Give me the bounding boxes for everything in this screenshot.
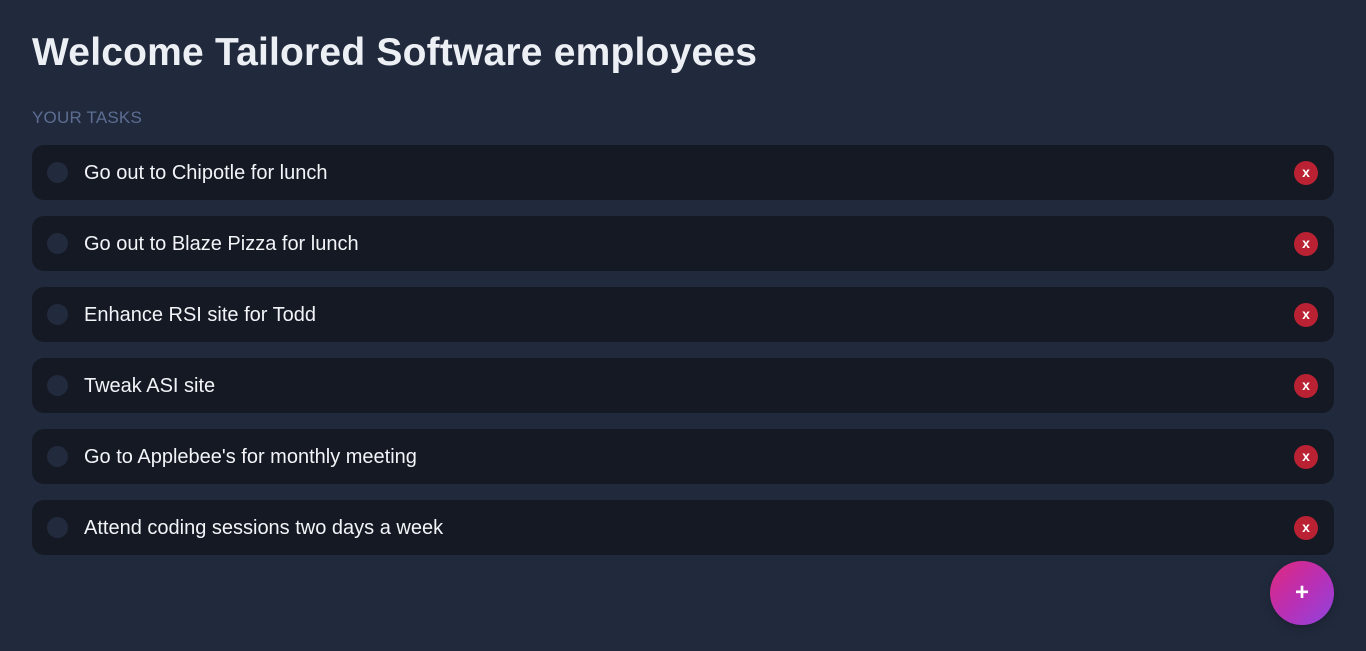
- task-text: Attend coding sessions two days a week: [84, 516, 444, 539]
- task-checkbox-icon[interactable]: [47, 304, 68, 325]
- task-checkbox-icon[interactable]: [47, 446, 68, 467]
- task-item: Attend coding sessions two days a week x: [32, 500, 1334, 555]
- plus-icon: +: [1294, 579, 1309, 606]
- delete-task-button[interactable]: x: [1294, 444, 1318, 469]
- task-checkbox-icon[interactable]: [47, 162, 68, 183]
- task-checkbox-icon[interactable]: [47, 517, 68, 538]
- delete-task-button[interactable]: x: [1294, 160, 1318, 185]
- task-list: Go out to Chipotle for lunch x Go out to…: [32, 145, 1334, 571]
- task-checkbox-icon[interactable]: [47, 233, 68, 254]
- task-item: Go out to Blaze Pizza for lunch x: [32, 216, 1334, 271]
- task-text: Go out to Chipotle for lunch: [84, 161, 328, 184]
- task-checkbox-icon[interactable]: [47, 375, 68, 396]
- task-item: Go to Applebee's for monthly meeting x: [32, 429, 1334, 484]
- task-item: Enhance RSI site for Todd x: [32, 287, 1334, 342]
- task-item: Go out to Chipotle for lunch x: [32, 145, 1334, 200]
- add-task-button[interactable]: +: [1270, 561, 1334, 625]
- delete-task-button[interactable]: x: [1294, 231, 1318, 256]
- task-item: Tweak ASI site x: [32, 358, 1334, 413]
- task-text: Go out to Blaze Pizza for lunch: [84, 232, 359, 255]
- delete-task-button[interactable]: x: [1294, 302, 1318, 327]
- task-text: Go to Applebee's for monthly meeting: [84, 445, 417, 468]
- task-text: Enhance RSI site for Todd: [84, 303, 316, 326]
- delete-task-button[interactable]: x: [1294, 515, 1318, 540]
- delete-task-button[interactable]: x: [1294, 373, 1318, 398]
- tasks-section-label: YOUR TASKS: [32, 108, 143, 127]
- task-text: Tweak ASI site: [84, 374, 216, 397]
- page-title: Welcome Tailored Software employees: [32, 31, 758, 74]
